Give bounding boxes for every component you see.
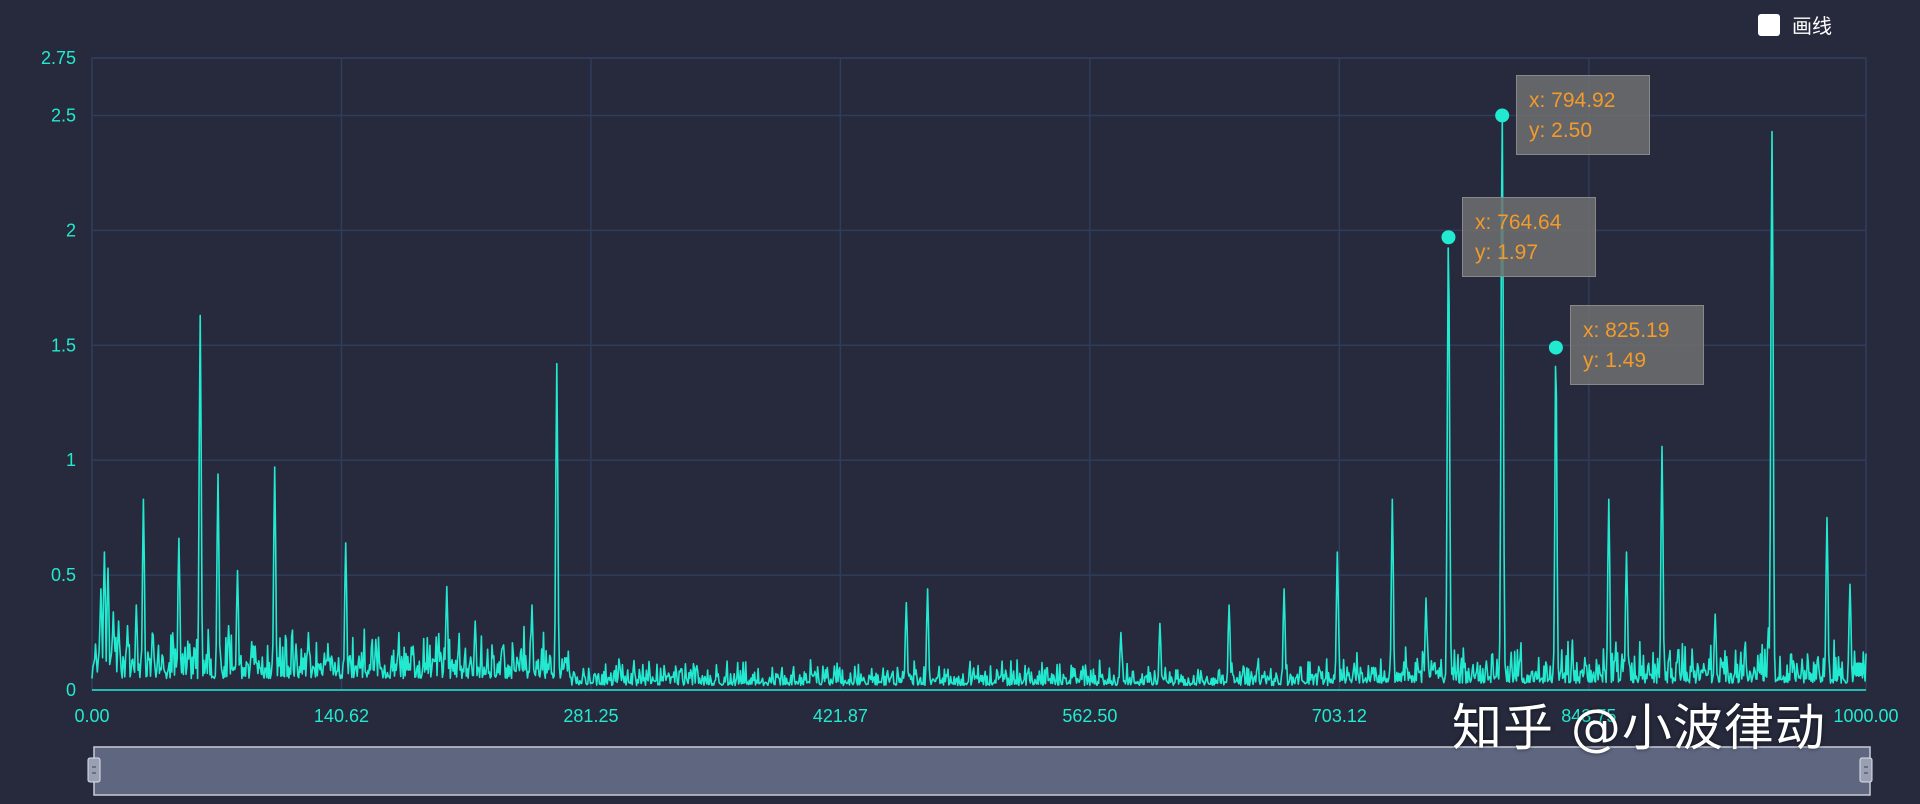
x-tick-label: 562.50 (1062, 706, 1117, 726)
tooltip-x-value: x: 825.19 (1583, 319, 1670, 342)
x-tick-label: 1000.00 (1833, 706, 1898, 726)
watermark: 知乎 @小波律动 (1452, 699, 1826, 757)
y-tick-label: 2.75 (41, 48, 76, 68)
series-layer (91, 119, 1867, 687)
tooltip-x-value: x: 794.92 (1529, 89, 1616, 112)
tooltip-x-value: x: 764.64 (1475, 211, 1562, 234)
x-tick-label: 703.12 (1312, 706, 1367, 726)
y-tick-label: 0.5 (51, 565, 76, 585)
slider-handle-left[interactable] (87, 757, 101, 783)
legend-checkbox[interactable] (1758, 13, 1780, 36)
x-tick-label: 281.25 (563, 706, 618, 726)
peak-marker (1441, 230, 1456, 245)
tooltip-y-value: y: 2.50 (1529, 119, 1593, 142)
peak-marker (1548, 340, 1563, 355)
tooltip-peak-3: x: 825.19 y: 1.49 (1570, 305, 1704, 385)
tooltip-y-value: y: 1.97 (1475, 241, 1539, 264)
legend-label: 画线 (1792, 16, 1832, 38)
y-tick-label: 1 (66, 450, 76, 470)
y-tick-label: 2 (66, 220, 76, 240)
y-tick-label: 1.5 (51, 335, 76, 355)
peak-marker (1851, 662, 1866, 677)
tooltip-y-value: y: 1.49 (1583, 349, 1647, 372)
tooltip-peak-1: x: 794.92 y: 2.50 (1516, 75, 1650, 155)
slider-handle-right[interactable] (1859, 757, 1873, 783)
x-tick-label: 421.87 (813, 706, 868, 726)
tooltip-peak-2: x: 764.64 y: 1.97 (1462, 197, 1596, 277)
x-tick-label: 0.00 (74, 706, 109, 726)
peak-marker (1495, 108, 1510, 123)
series-line (91, 119, 1867, 687)
y-tick-label: 2.5 (51, 105, 76, 125)
legend-toggle[interactable]: 画线 (1758, 10, 1832, 39)
x-tick-label: 140.62 (314, 706, 369, 726)
y-tick-label: 0 (66, 680, 76, 700)
